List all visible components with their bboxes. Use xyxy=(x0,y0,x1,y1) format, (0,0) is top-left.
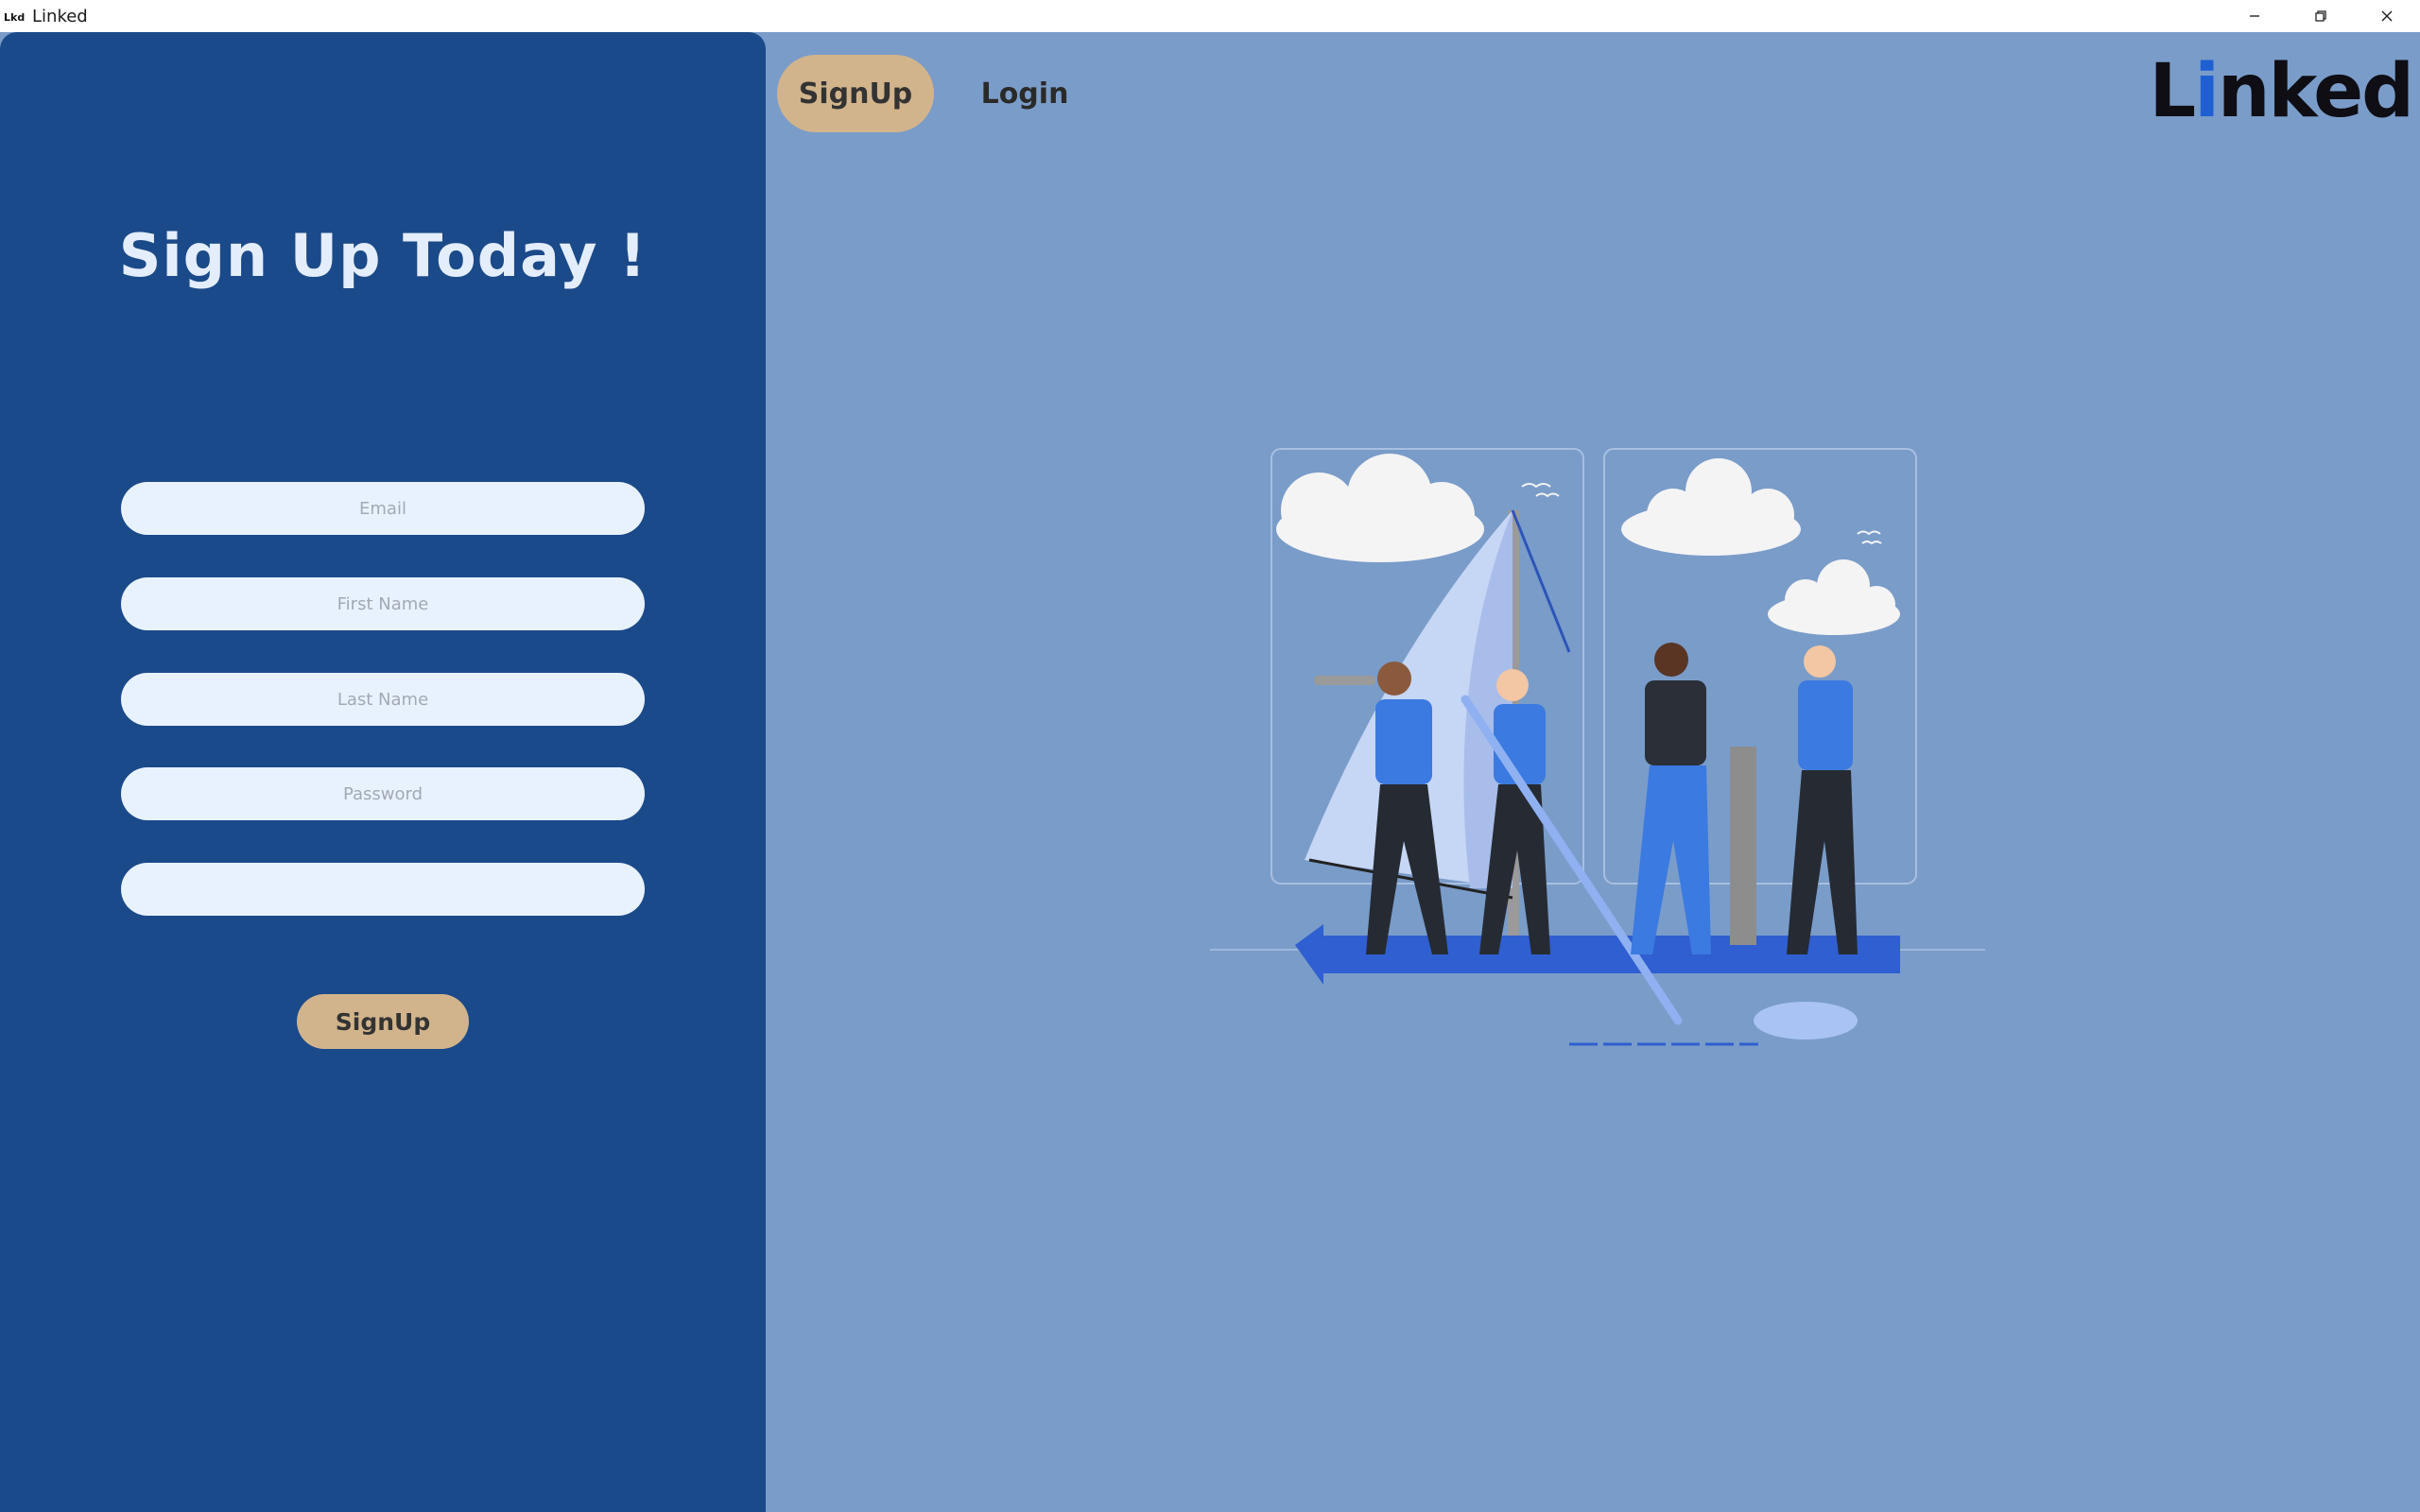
minimize-icon xyxy=(2250,15,2259,17)
team-sailing-illustration xyxy=(1210,448,1985,1046)
signup-panel: Sign Up Today ! SignUp xyxy=(0,32,766,1512)
svg-text:Lkd: Lkd xyxy=(4,11,25,23)
brand-logo: Linked xyxy=(2149,49,2415,134)
maximize-button[interactable] xyxy=(2288,0,2354,32)
first-name-field[interactable] xyxy=(121,577,645,630)
signup-submit-button[interactable]: SignUp xyxy=(297,994,469,1049)
signup-heading: Sign Up Today ! xyxy=(118,221,648,290)
brand-logo-prefix: L xyxy=(2149,49,2197,134)
tab-signup[interactable]: SignUp xyxy=(777,55,934,132)
brand-logo-suffix: nked xyxy=(2217,49,2414,134)
brand-logo-accent: i xyxy=(2194,49,2220,134)
title-bar: Lkd Linked xyxy=(0,0,2420,32)
tab-login[interactable]: Login xyxy=(974,55,1076,132)
password-field[interactable] xyxy=(121,767,645,820)
extra-field[interactable] xyxy=(121,863,645,916)
cloud-icon xyxy=(1276,454,1484,562)
maximize-icon xyxy=(2315,10,2326,22)
email-field[interactable] xyxy=(121,482,645,535)
close-icon xyxy=(2381,10,2393,22)
minimize-button[interactable] xyxy=(2221,0,2288,32)
window-title: Linked xyxy=(32,6,88,26)
last-name-field[interactable] xyxy=(121,673,645,726)
app-logo-icon: Lkd xyxy=(4,9,25,24)
close-button[interactable] xyxy=(2354,0,2420,32)
